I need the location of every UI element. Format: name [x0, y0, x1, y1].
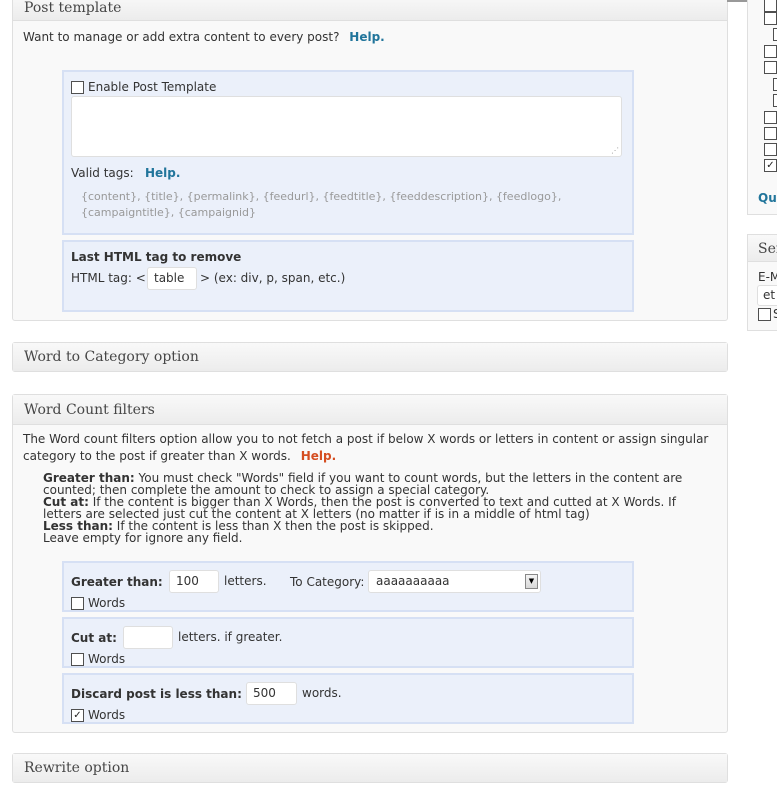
cut-words-label: Words [88, 652, 126, 666]
word-to-category-header[interactable]: Word to Category option [13, 343, 727, 371]
sidebar-email-input[interactable]: et [757, 285, 777, 306]
word-count-help-link[interactable]: Help. [301, 449, 336, 463]
tags-line-1: {content}, {title}, {permalink}, {feedur… [81, 190, 562, 203]
sidebar-s-label: S [773, 307, 777, 321]
discard-unit: words. [302, 686, 342, 700]
sidebar-category-checkbox-2[interactable] [764, 12, 777, 25]
discard-words-checkbox[interactable]: ✓ [71, 709, 84, 722]
enable-post-template-checkbox[interactable] [71, 81, 84, 94]
category-select-value: aaaaaaaaaa [376, 574, 450, 588]
discard-label: Discard post is less than: [71, 687, 242, 701]
rewrite-panel: Rewrite option [12, 753, 728, 783]
html-tag-input[interactable]: table [147, 267, 197, 290]
valid-tags-label: Valid tags: [71, 166, 134, 180]
resize-handle-icon[interactable]: ⋰ [611, 147, 619, 155]
cut-at-unit: letters. if greater. [178, 630, 283, 644]
sidebar-email-label: E-M [758, 270, 777, 284]
chevron-down-icon[interactable]: ▼ [525, 574, 538, 589]
to-category-label: To Category: [290, 575, 365, 589]
sidebar-category-checkbox-5[interactable] [764, 61, 777, 74]
sidebar-category-checkbox-9[interactable] [764, 127, 777, 140]
sidebar-category-checkbox-6[interactable] [773, 78, 777, 91]
valid-tags-help-link[interactable]: Help. [145, 166, 180, 180]
word-count-header[interactable]: Word Count filters [13, 395, 727, 425]
send-box-title: Sen [758, 241, 777, 257]
sidebar-category-checkbox-7[interactable] [773, 94, 777, 107]
sidebar-category-checkbox-10[interactable] [764, 143, 777, 156]
word-count-intro-line2: category to the post if greater than X w… [23, 449, 336, 463]
sidebar-category-checkbox-8[interactable] [764, 111, 777, 124]
sidebar-category-checkbox-1[interactable] [764, 0, 777, 12]
last-html-title: Last HTML tag to remove [71, 250, 242, 264]
sidebar-category-checkbox-11[interactable]: ✓ [764, 159, 777, 172]
desc-empty-text: Leave empty for ignore any field. [43, 531, 243, 545]
post-template-intro-text: Want to manage or add extra content to e… [23, 30, 340, 44]
html-tag-suffix: > (ex: div, p, span, etc.) [200, 271, 346, 285]
greater-than-label: Greater than: [71, 575, 163, 589]
post-template-textarea[interactable]: ⋰ [71, 96, 622, 157]
discard-input[interactable]: 500 [246, 682, 297, 705]
cut-at-input[interactable] [123, 626, 173, 649]
greater-words-checkbox[interactable] [71, 597, 84, 610]
word-to-category-panel: Word to Category option [12, 342, 728, 372]
post-template-help-link[interactable]: Help. [349, 30, 384, 44]
greater-than-input[interactable]: 100 [169, 570, 219, 593]
discard-words-label: Words [88, 708, 126, 722]
post-template-header[interactable]: Post template [13, 0, 727, 21]
cut-at-label: Cut at: [71, 631, 117, 645]
category-select[interactable]: aaaaaaaaaa ▼ [368, 570, 541, 593]
sidebar-quick-link[interactable]: Qu [758, 191, 777, 205]
post-template-intro: Want to manage or add extra content to e… [23, 30, 385, 44]
tags-line-2: {campaigntitle}, {campaignid} [81, 206, 257, 219]
enable-post-template-label: Enable Post Template [88, 80, 217, 94]
rewrite-header[interactable]: Rewrite option [13, 754, 727, 782]
sidebar-category-checkbox-3[interactable] [773, 28, 777, 41]
sidebar-s-checkbox[interactable] [758, 308, 771, 321]
word-count-description: Greater than: You must check "Words" fie… [43, 472, 723, 544]
greater-words-label: Words [88, 596, 126, 610]
word-count-intro-line2-text: category to the post if greater than X w… [23, 449, 291, 463]
html-tag-label: HTML tag: < [71, 271, 146, 285]
sidebar-category-checkbox-4[interactable] [764, 45, 777, 58]
cut-words-checkbox[interactable] [71, 653, 84, 666]
valid-tags-list: {content}, {title}, {permalink}, {feedur… [81, 189, 561, 221]
word-count-intro-line1: The Word count filters option allow you … [23, 432, 709, 446]
greater-than-unit: letters. [224, 574, 267, 588]
